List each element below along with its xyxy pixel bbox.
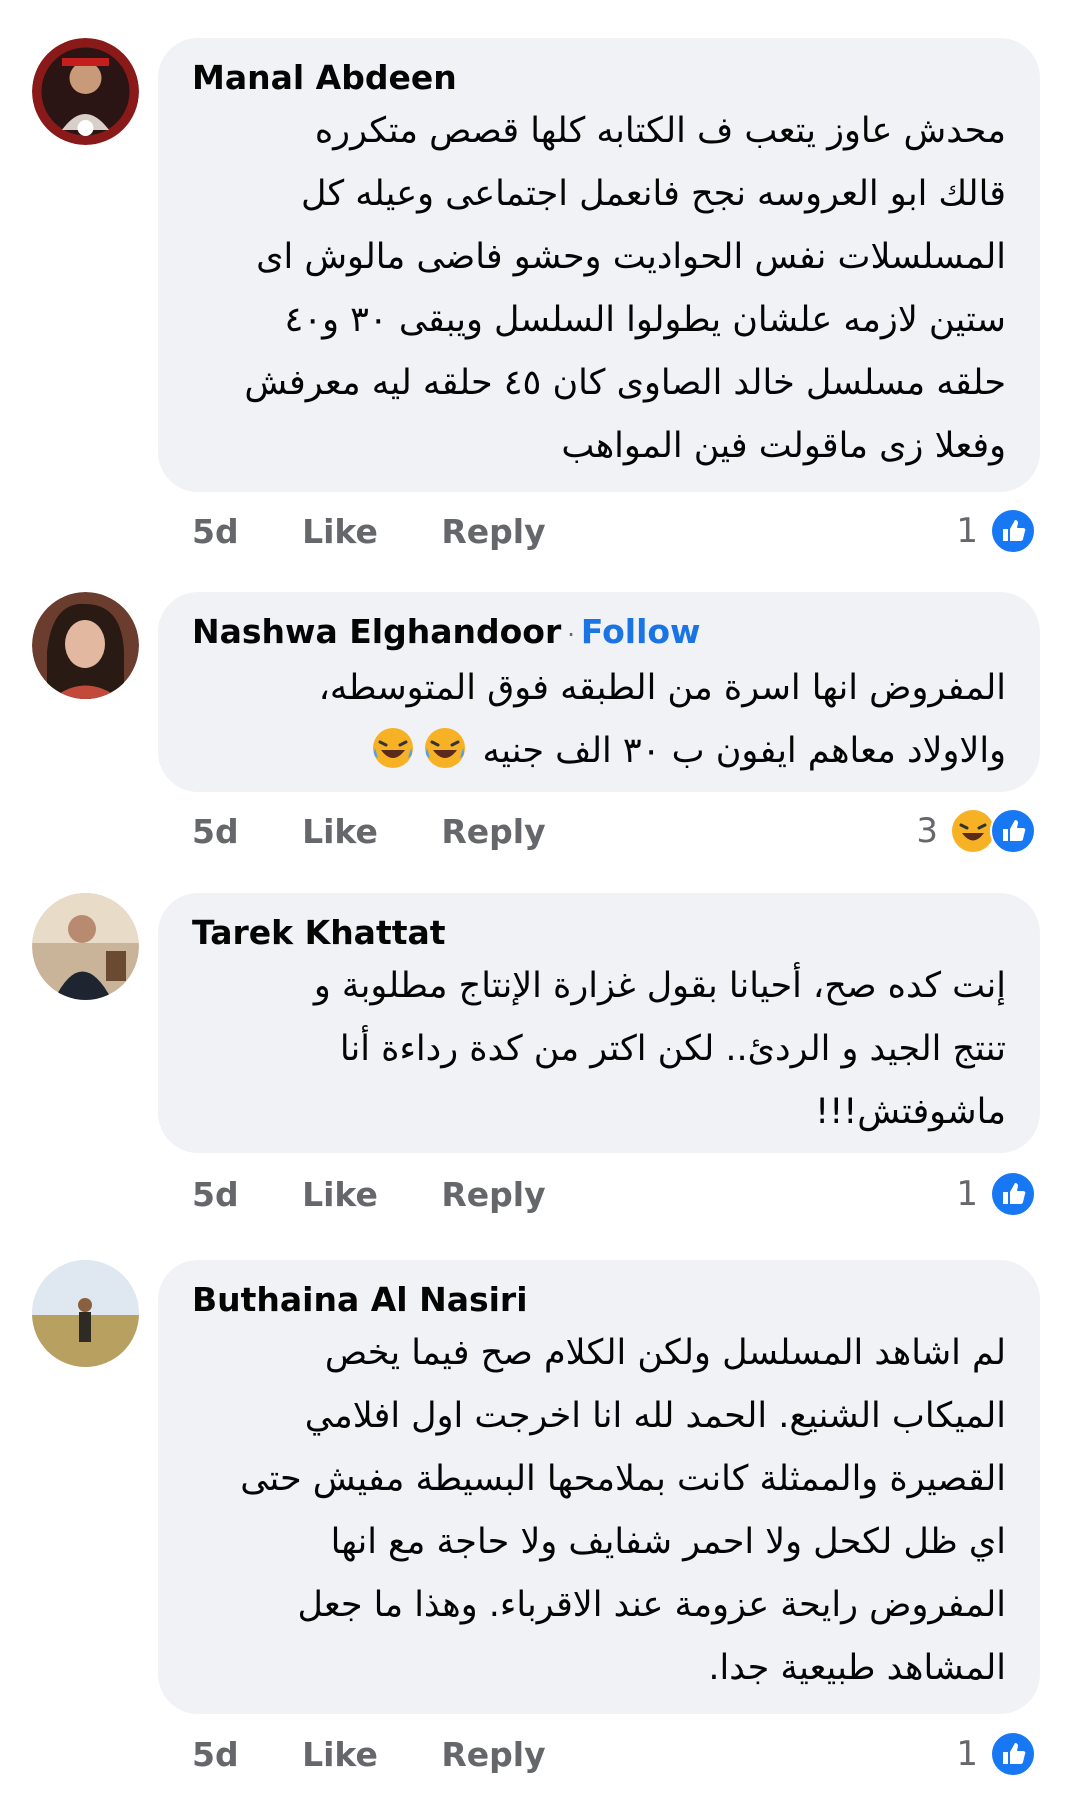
reaction-count: 1 <box>956 1734 978 1774</box>
reaction-summary[interactable]: 1 <box>956 508 1036 554</box>
avatar[interactable] <box>32 1260 139 1367</box>
avatar[interactable] <box>32 893 139 1000</box>
comment-text: لم اشاهد المسلسل ولكن الكلام صح فيما يخص… <box>192 1322 1006 1700</box>
laughing-tears-emoji <box>425 728 466 768</box>
comment-line: قالك ابو العروسه نجح فانعمل اجتماعى وعيل… <box>301 174 1006 214</box>
reaction-summary[interactable]: 1 <box>956 1731 1036 1777</box>
comment-line-text: والاولاد معاهم ايفون ب ٣٠ الف جنيه <box>482 731 1006 771</box>
comment-time[interactable]: 5d <box>192 512 239 551</box>
comment-author-row: Buthaina Al Nasiri <box>192 1278 1006 1322</box>
like-icon <box>990 808 1036 854</box>
comment-line: اي ظل لكحل ولا احمر شفايف ولا حاجة مع ان… <box>330 1522 1006 1562</box>
comment-line: المسلسلات نفس الحواديت وحشو فاضى مالوش ا… <box>256 237 1006 277</box>
reply-button[interactable]: Reply <box>441 812 545 851</box>
comment-line: والاولاد معاهم ايفون ب ٣٠ الف جنيه <box>192 720 1006 783</box>
comment-bubble: Tarek Khattat إنت كده صح، أحيانا بقول غز… <box>158 893 1040 1153</box>
comment-line: المفروض انها اسرة من الطبقه فوق المتوسطه… <box>318 668 1006 708</box>
like-button[interactable]: Like <box>302 1175 378 1214</box>
reaction-summary[interactable]: 3 <box>916 808 1036 854</box>
comment-author[interactable]: Tarek Khattat <box>192 913 446 952</box>
avatar-image <box>32 893 139 1000</box>
avatar-image <box>32 1260 139 1367</box>
comment-line: إنت كده صح، أحيانا بقول غزارة الإنتاج مط… <box>313 966 1006 1006</box>
comment-text: إنت كده صح، أحيانا بقول غزارة الإنتاج مط… <box>192 955 1006 1144</box>
reply-button[interactable]: Reply <box>441 1735 545 1774</box>
separator-dot: · <box>567 621 575 649</box>
comment-actions: 5d Like Reply <box>192 812 598 851</box>
comment-author-row: Tarek Khattat <box>192 911 1006 955</box>
comment-line: حلقه مسلسل خالد الصاوى كان ٤٥ حلقه ليه م… <box>244 363 1006 403</box>
comment-author[interactable]: Buthaina Al Nasiri <box>192 1280 528 1319</box>
comment-author-row: Manal Abdeen <box>192 56 1006 100</box>
comment-line: المشاهد طبيعية جدا. <box>708 1648 1006 1688</box>
comment-actions: 5d Like Reply <box>192 1175 598 1214</box>
comment-author[interactable]: Manal Abdeen <box>192 58 457 97</box>
avatar-image <box>32 38 139 145</box>
laughing-tears-emoji <box>373 728 414 768</box>
reaction-count: 3 <box>916 811 938 851</box>
avatar-image <box>32 592 139 699</box>
comment-bubble: Nashwa Elghandoor · Follow المفروض انها اس… <box>158 592 1040 792</box>
comment-line: المفروض رايحة عزومة عند الاقرباء. وهذا م… <box>297 1585 1007 1625</box>
like-button[interactable]: Like <box>302 812 378 851</box>
reaction-count: 1 <box>956 1174 978 1214</box>
comment-line: ماشوفتش!!! <box>815 1092 1006 1132</box>
comment-time[interactable]: 5d <box>192 812 239 851</box>
follow-button[interactable]: Follow <box>581 612 701 651</box>
comment-line: لم اشاهد المسلسل ولكن الكلام صح فيما يخص <box>324 1333 1006 1373</box>
comment-line: الميكاب الشنيع. الحمد لله انا اخرجت اول … <box>304 1396 1006 1436</box>
like-button[interactable]: Like <box>302 512 378 551</box>
comment-line: محدش عاوز يتعب ف الكتابه كلها قصص متكرره <box>314 111 1006 151</box>
comment-actions: 5d Like Reply <box>192 1735 598 1774</box>
like-button[interactable]: Like <box>302 1735 378 1774</box>
reaction-count: 1 <box>956 511 978 551</box>
comment-author-row: Nashwa Elghandoor · Follow <box>192 610 1006 657</box>
comment-line: تنتج الجيد و الردئ.. لكن اكتر من كدة ردا… <box>339 1029 1006 1069</box>
comment-line: ستين لازمه علشان يطولوا السلسل ويبقى ٣٠ … <box>284 300 1006 340</box>
comment-line: وفعلا زى ماقولت فين المواهب <box>561 426 1006 466</box>
like-icon <box>990 1731 1036 1777</box>
comment-author[interactable]: Nashwa Elghandoor <box>192 612 561 651</box>
avatar[interactable] <box>32 38 139 145</box>
comment-bubble: Buthaina Al Nasiri لم اشاهد المسلسل ولكن… <box>158 1260 1040 1714</box>
reply-button[interactable]: Reply <box>441 1175 545 1214</box>
comment-bubble: Manal Abdeen محدش عاوز يتعب ف الكتابه كل… <box>158 38 1040 492</box>
comment-time[interactable]: 5d <box>192 1735 239 1774</box>
comment-text: محدش عاوز يتعب ف الكتابه كلها قصص متكرره… <box>192 100 1006 478</box>
comment-time[interactable]: 5d <box>192 1175 239 1214</box>
like-icon <box>990 1171 1036 1217</box>
like-icon <box>990 508 1036 554</box>
avatar[interactable] <box>32 592 139 699</box>
reaction-summary[interactable]: 1 <box>956 1171 1036 1217</box>
comment-text: المفروض انها اسرة من الطبقه فوق المتوسطه… <box>192 657 1006 783</box>
comment-line: القصيرة والممثلة كانت بملامحها البسيطة م… <box>240 1459 1006 1499</box>
comment-actions: 5d Like Reply <box>192 512 598 551</box>
reply-button[interactable]: Reply <box>441 512 545 551</box>
